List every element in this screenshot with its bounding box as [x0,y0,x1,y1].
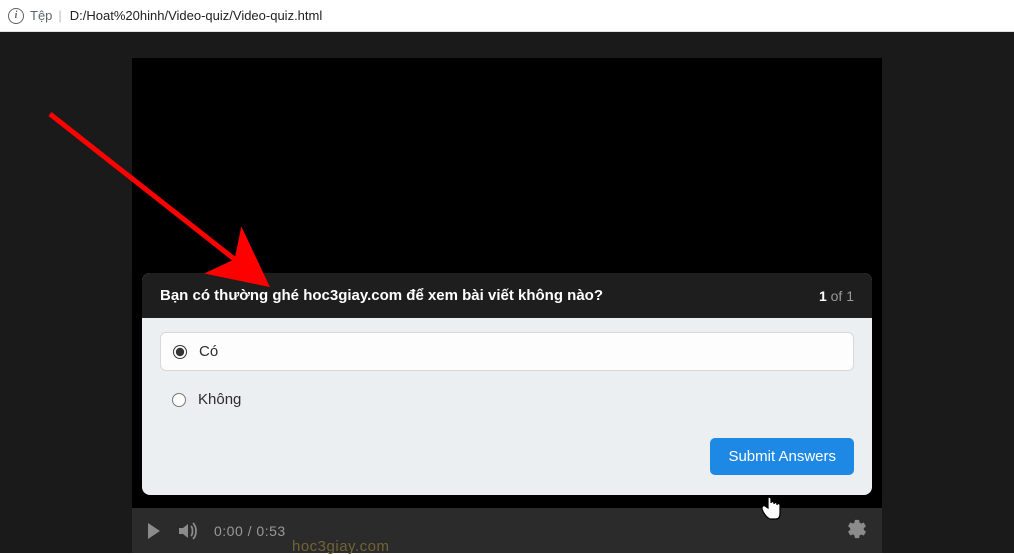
radio-no[interactable] [172,393,186,407]
option-label: Không [198,391,241,408]
quiz-option-yes[interactable]: Có [160,332,854,371]
volume-icon[interactable] [178,521,200,541]
quiz-counter: 1 of 1 [819,288,854,304]
url-text[interactable]: D:/Hoat%20hinh/Video-quiz/Video-quiz.htm… [70,8,322,23]
video-controls: 0:00 / 0:53 hoc3giay.com [132,508,882,553]
quiz-question: Bạn có thường ghé hoc3giay.com để xem bà… [160,287,603,304]
quiz-header: Bạn có thường ghé hoc3giay.com để xem bà… [142,273,872,318]
address-bar: i Tệp | D:/Hoat%20hinh/Video-quiz/Video-… [0,0,1014,32]
radio-yes[interactable] [173,345,187,359]
address-divider: | [58,8,61,23]
watermark-text: hoc3giay.com [292,538,389,555]
submit-answers-button[interactable]: Submit Answers [710,438,854,475]
play-icon[interactable] [146,522,162,540]
time-display: 0:00 / 0:53 [214,523,286,539]
page-background: Bạn có thường ghé hoc3giay.com để xem bà… [0,32,1014,553]
quiz-option-no[interactable]: Không [160,381,854,418]
video-player[interactable]: Bạn có thường ghé hoc3giay.com để xem bà… [132,58,882,553]
info-icon[interactable]: i [8,8,24,24]
submit-row: Submit Answers [160,428,854,475]
quiz-panel: Bạn có thường ghé hoc3giay.com để xem bà… [142,273,872,495]
option-label: Có [199,343,218,360]
gear-icon[interactable] [846,518,868,540]
file-label: Tệp [30,8,52,23]
quiz-body: Có Không Submit Answers [142,318,872,495]
